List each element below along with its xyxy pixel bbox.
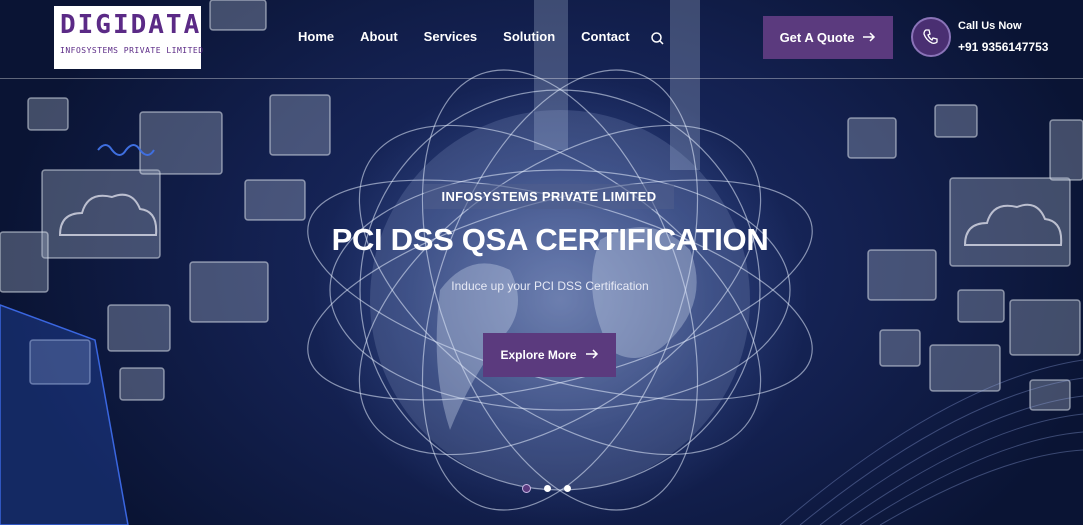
- arrow-right-icon: [585, 348, 599, 362]
- hero-title: PCI DSS QSA CERTIFICATION: [331, 222, 769, 257]
- explore-more-label: Explore More: [500, 348, 577, 362]
- company-logo[interactable]: DIGIDATA INFOSYSTEMS PRIVATE LIMITED: [54, 6, 204, 69]
- phone-number[interactable]: +91 9356147753: [958, 40, 1048, 54]
- call-us-label: Call Us Now: [958, 20, 1022, 32]
- logo-tagline: INFOSYSTEMS PRIVATE LIMITED: [60, 46, 204, 55]
- slider-dot-2[interactable]: [544, 485, 551, 492]
- slider-dot-1[interactable]: [522, 484, 531, 493]
- nav-solution[interactable]: Solution: [503, 29, 555, 44]
- get-a-quote-label: Get A Quote: [779, 30, 855, 45]
- nav-about[interactable]: About: [360, 29, 398, 44]
- hero-banner: DIGIDATA INFOSYSTEMS PRIVATE LIMITED Hom…: [0, 0, 1083, 525]
- arrow-right-icon: [862, 30, 876, 45]
- explore-more-button[interactable]: Explore More: [483, 333, 616, 377]
- phone-icon[interactable]: [911, 17, 951, 57]
- slider-dot-3[interactable]: [564, 485, 571, 492]
- get-a-quote-button[interactable]: Get A Quote: [763, 16, 893, 59]
- hero-subtitle: Induce up your PCI DSS Certification: [451, 279, 649, 293]
- hero-eyebrow: INFOSYSTEMS PRIVATE LIMITED: [424, 184, 674, 209]
- site-header: DIGIDATA INFOSYSTEMS PRIVATE LIMITED Hom…: [0, 0, 1083, 79]
- slider-pagination: [522, 484, 571, 493]
- nav-home[interactable]: Home: [298, 29, 334, 44]
- nav-services[interactable]: Services: [424, 29, 478, 44]
- logo-wordmark: DIGIDATA: [60, 10, 202, 40]
- nav-contact[interactable]: Contact: [581, 29, 629, 44]
- main-nav: Home About Services Solution Contact: [298, 29, 656, 44]
- search-icon[interactable]: [649, 30, 667, 48]
